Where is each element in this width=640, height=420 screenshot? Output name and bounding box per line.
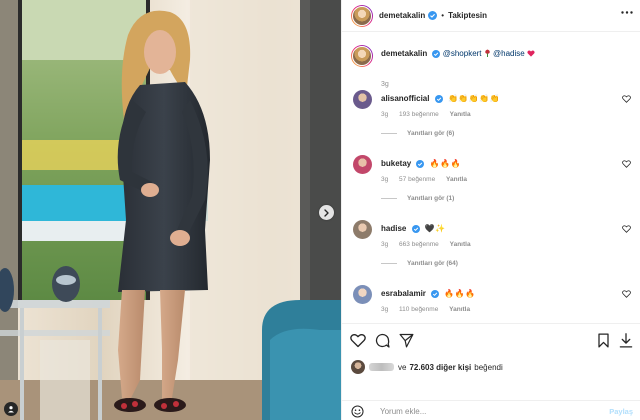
post-photo[interactable] <box>0 0 341 420</box>
likes-prefix: ve <box>398 362 407 372</box>
verified-badge-icon <box>411 224 420 233</box>
share-icon <box>399 333 414 348</box>
comment-time[interactable]: 3g <box>381 111 388 118</box>
download-icon <box>619 333 633 348</box>
like-button[interactable] <box>350 333 366 348</box>
view-replies-button[interactable]: Yanıtları gör (64) <box>381 260 458 267</box>
chevron-right-icon <box>324 208 329 217</box>
view-replies-button[interactable]: Yanıtları gör (1) <box>381 195 454 202</box>
comment-likes[interactable]: 193 beğenme <box>399 111 439 118</box>
user-tag-icon[interactable] <box>4 402 18 416</box>
comment-meta: 3g 663 beğenme Yanıtla <box>381 241 480 248</box>
save-button[interactable] <box>597 333 610 348</box>
heart-icon[interactable] <box>622 290 631 298</box>
post-header: demetakalin • Takiptesin <box>342 0 640 32</box>
reply-button[interactable]: Yanıtla <box>450 241 471 248</box>
heart-icon <box>350 333 366 348</box>
post-actions: ve 72.603 diğer kişi beğendi Paylaş <box>342 323 640 420</box>
following-button[interactable]: Takiptesin <box>448 11 487 20</box>
comment-text: 🖤✨ <box>424 224 446 233</box>
liker-avatar[interactable] <box>351 360 365 374</box>
comment-username[interactable]: buketay <box>381 159 411 168</box>
comment-time[interactable]: 3g <box>381 176 388 183</box>
comment-username[interactable]: hadise <box>381 224 406 233</box>
liker-name-blurred <box>369 363 394 371</box>
caption-username[interactable]: demetakalin <box>381 49 427 58</box>
heart-icon[interactable] <box>622 225 631 233</box>
replies-line <box>381 133 397 134</box>
verified-badge-icon <box>428 11 438 20</box>
comment-likes[interactable]: 110 beğenme <box>399 306 438 313</box>
comment-meta: 3g 57 beğenme Yanıtla <box>381 176 476 183</box>
bookmark-icon <box>598 333 609 348</box>
likes-suffix: beğendi <box>474 362 503 372</box>
heart-icon[interactable] <box>622 160 631 168</box>
heart-icon[interactable] <box>622 95 631 103</box>
comment-icon <box>375 333 390 348</box>
comment-time[interactable]: 3g <box>381 306 388 313</box>
comment-avatar[interactable] <box>353 155 372 174</box>
download-button[interactable] <box>619 333 633 348</box>
comment-username[interactable]: alisanofficial <box>381 94 429 103</box>
comment-time[interactable]: 3g <box>381 241 388 248</box>
view-replies-button[interactable]: Yanıtları gör (6) <box>381 130 454 137</box>
emoji-button[interactable] <box>351 404 364 418</box>
emoji-icon <box>351 404 364 418</box>
verified-badge-icon <box>416 159 425 168</box>
share-button[interactable] <box>399 333 414 348</box>
view-replies-label: Yanıtları gör (64) <box>407 260 458 267</box>
post-image <box>0 0 341 420</box>
comment-meta: 3g 193 beğenme Yanıtla <box>381 111 480 118</box>
verified-badge-icon <box>434 94 443 103</box>
comment-meta: 3g 110 beğenme Yanıtla <box>381 306 479 313</box>
verified-badge-icon <box>432 49 441 58</box>
rose-emoji-icon <box>485 49 490 57</box>
mention-link-hadise[interactable]: @hadise <box>493 49 525 58</box>
comment-text: 👏👏👏👏👏 <box>447 94 501 103</box>
carousel-next-button[interactable] <box>319 205 334 220</box>
header-separator: • <box>441 11 445 20</box>
add-comment-bar: Paylaş <box>342 400 640 420</box>
replies-line <box>381 198 397 199</box>
caption-text: demetakalin @shopkert @hadise <box>381 49 535 58</box>
mention-link-shopkert[interactable]: @shopkert <box>443 49 482 58</box>
comment-button[interactable] <box>375 333 390 348</box>
post-side-panel: demetakalin • Takiptesin demetakalin @sh… <box>341 0 640 420</box>
likes-summary: ve 72.603 diğer kişi beğendi <box>351 360 503 374</box>
comment-avatar[interactable] <box>353 285 372 304</box>
reply-button[interactable]: Yanıtla <box>449 306 470 313</box>
author-avatar[interactable] <box>351 4 373 27</box>
view-replies-label: Yanıtları gör (1) <box>407 195 455 202</box>
author-username[interactable]: demetakalin <box>379 11 425 20</box>
comment-likes[interactable]: 663 beğenme <box>399 241 439 248</box>
comment-text: 🔥🔥🔥 <box>444 289 476 298</box>
caption-avatar[interactable] <box>351 45 373 67</box>
view-replies-label: Yanıtları gör (6) <box>407 130 455 137</box>
likes-count[interactable]: 72.603 diğer kişi <box>409 363 471 372</box>
reply-button[interactable]: Yanıtla <box>450 111 471 118</box>
comment-likes[interactable]: 57 beğenme <box>399 176 435 183</box>
replies-line <box>381 263 397 264</box>
reply-button[interactable]: Yanıtla <box>446 176 467 183</box>
comment-username[interactable]: esrabalamir <box>381 289 426 298</box>
comment-text: 🔥🔥🔥 <box>429 159 462 168</box>
verified-badge-icon <box>431 289 440 298</box>
post-comment-button[interactable]: Paylaş <box>609 407 633 416</box>
comment-avatar[interactable] <box>353 220 372 239</box>
comment-input[interactable] <box>380 406 590 416</box>
caption-timestamp[interactable]: 3g <box>381 81 389 88</box>
more-options-icon[interactable] <box>621 11 633 14</box>
comment-avatar[interactable] <box>353 90 372 109</box>
comments-list[interactable]: demetakalin @shopkert @hadise 3g alisano… <box>342 33 640 323</box>
red-heart-emoji-icon <box>527 50 535 57</box>
